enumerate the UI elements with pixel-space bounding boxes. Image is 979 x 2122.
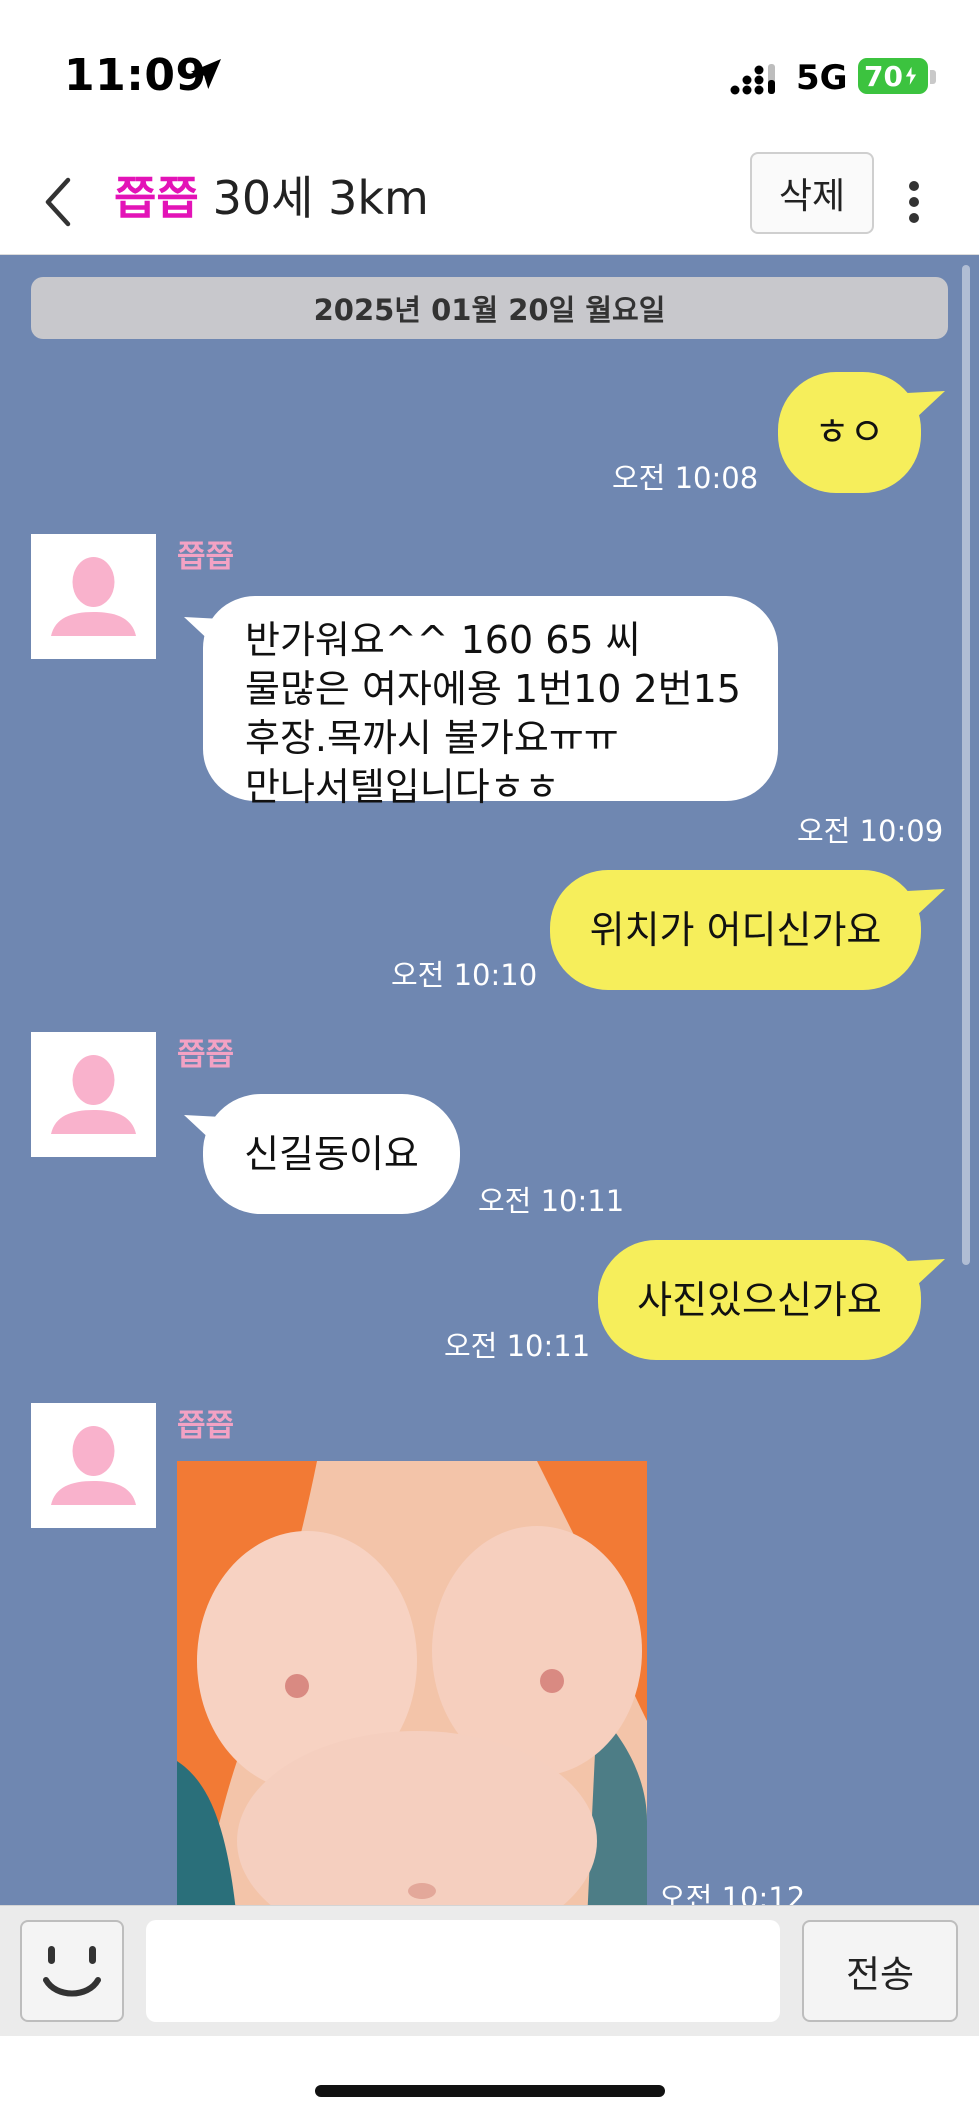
avatar-person-icon <box>51 1055 136 1134</box>
bubble-tail <box>907 1259 945 1287</box>
avatar-person-icon <box>51 557 136 636</box>
message-text: 위치가 어디신가요 <box>589 907 882 952</box>
avatar[interactable] <box>31 1403 156 1528</box>
their-message-bubble[interactable]: 신길동이요 <box>203 1094 460 1214</box>
message-text: 신길동이요 <box>244 1131 419 1176</box>
message-time: 오전 10:12 <box>659 1881 806 1905</box>
chat-title: 쯥쯥 30세 3km <box>114 168 429 228</box>
more-vertical-icon[interactable] <box>904 172 924 232</box>
emoji-button[interactable] <box>20 1920 124 2022</box>
avatar[interactable] <box>31 534 156 659</box>
sender-name: 쯥쯥 <box>177 1037 235 1073</box>
home-indicator[interactable] <box>315 2085 665 2097</box>
photo-image <box>177 1461 647 1905</box>
back-chevron-icon[interactable] <box>36 172 82 232</box>
status-time: 11:09 <box>64 50 207 101</box>
battery-level: 70 <box>864 59 903 93</box>
date-divider: 2025년 01월 20일 월요일 <box>31 277 948 339</box>
battery-cap <box>930 70 936 84</box>
my-message-bubble[interactable]: ㅎㅇ <box>778 372 921 493</box>
sender-name: 쯥쯥 <box>177 1408 235 1444</box>
avatar-person-icon <box>51 1426 136 1505</box>
signal-icon <box>730 64 775 95</box>
chat-partner-info: 30세 3km <box>212 171 429 225</box>
battery-icon: 70 <box>858 58 928 94</box>
message-photo[interactable] <box>177 1461 647 1905</box>
network-type: 5G <box>796 58 848 98</box>
delete-button[interactable]: 삭제 <box>750 152 874 234</box>
message-time: 오전 10:11 <box>444 1329 591 1363</box>
bubble-tail <box>907 889 945 917</box>
bubble-tail <box>907 391 945 419</box>
message-line: 후장.목까시 불가요ㅠㅠ <box>245 716 619 760</box>
emoji-icon <box>43 1946 101 1997</box>
input-bar: 전송 <box>0 1905 979 2036</box>
message-time: 오전 10:10 <box>391 958 538 992</box>
chat-area[interactable]: 2025년 01월 20일 월요일 ㅎㅇ 오전 10:08 쯥쯥 반가워요^^ … <box>0 255 979 1905</box>
message-input[interactable] <box>146 1920 780 2022</box>
avatar[interactable] <box>31 1032 156 1157</box>
message-time: 오전 10:09 <box>797 814 944 848</box>
chat-partner-nickname: 쯥쯥 <box>114 171 199 225</box>
message-time: 오전 10:11 <box>478 1184 625 1218</box>
chat-header: 쯥쯥 30세 3km 삭제 <box>0 150 979 255</box>
location-arrow-icon <box>191 59 221 89</box>
their-message-bubble[interactable]: 반가워요^^ 160 65 씨 물많은 여자에용 1번10 2번15 후장.목까… <box>203 596 778 809</box>
scrollbar[interactable] <box>962 265 970 1265</box>
status-bar: 11:09 5G 70 <box>0 0 979 150</box>
message-line: 반가워요^^ 160 65 씨 <box>245 618 641 662</box>
message-line: 만나서텔입니다ㅎㅎ <box>245 765 560 809</box>
message-time: 오전 10:08 <box>612 461 759 495</box>
sender-name: 쯥쯥 <box>177 539 235 575</box>
message-text: 사진있으신가요 <box>637 1277 882 1322</box>
my-message-bubble[interactable]: 위치가 어디신가요 <box>550 870 921 990</box>
message-text: ㅎㅇ <box>814 410 885 454</box>
my-message-bubble[interactable]: 사진있으신가요 <box>598 1240 921 1360</box>
message-line: 물많은 여자에용 1번10 2번15 <box>245 667 741 711</box>
send-button[interactable]: 전송 <box>802 1920 958 2022</box>
